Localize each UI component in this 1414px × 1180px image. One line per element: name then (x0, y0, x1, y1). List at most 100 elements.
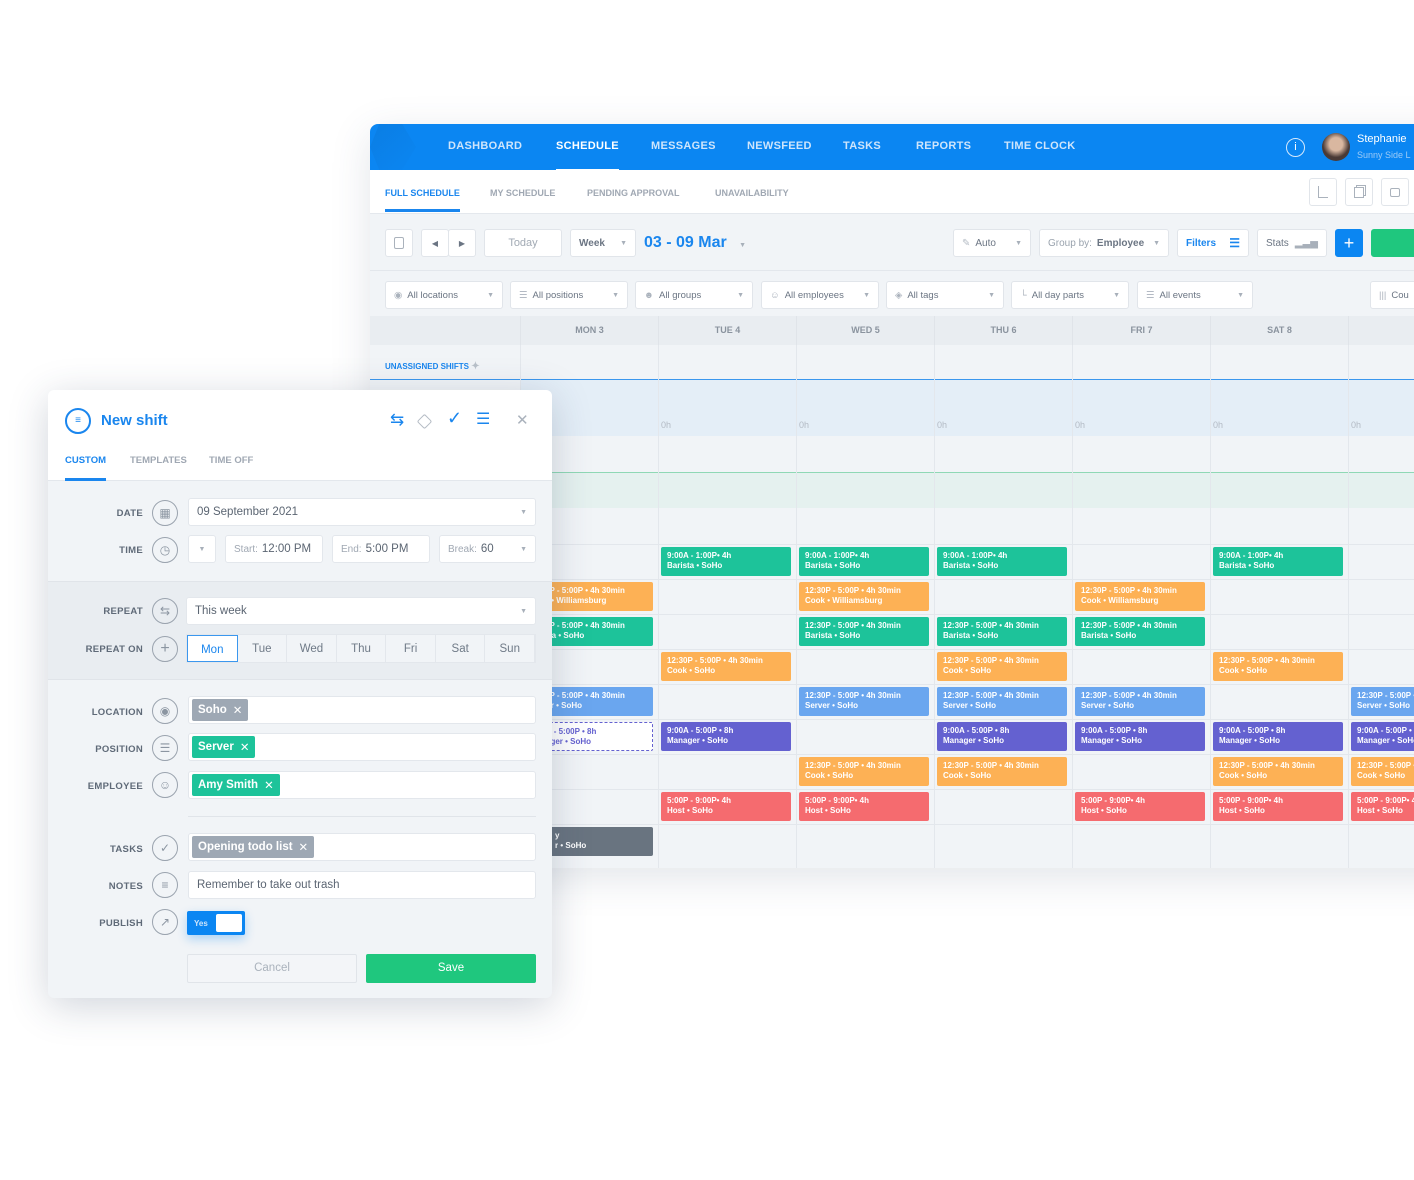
shift-card[interactable]: 5:00P - 9:00P• 4hHost • SoHo (799, 792, 929, 821)
filter-select[interactable]: ◈ All tags ▼ (886, 281, 1004, 309)
filter-select[interactable]: ☰ All positions ▼ (510, 281, 628, 309)
shift-card[interactable]: 9:00A - 1:00P• 4h Barista • SoHo (661, 547, 791, 576)
filter-select[interactable]: ☰ All events ▼ (1137, 281, 1253, 309)
position-tag[interactable]: Server ✕ (192, 736, 256, 758)
shift-card[interactable]: 12:30P - 5:00P • 4h 30minServer • SoHo (937, 687, 1067, 716)
shift-card[interactable]: 9:00A - 1:00P• 4h Barista • SoHo (937, 547, 1067, 576)
check-icon[interactable]: ✓ (447, 408, 462, 429)
shift-card[interactable]: 12:30P - 5:00P • 4h 30min Barista • SoHo (1075, 617, 1205, 646)
nav-item[interactable]: DASHBOARD (448, 140, 522, 152)
prev-week-button[interactable]: ◀ (421, 229, 449, 257)
shift-card[interactable]: 12:30P - 5:00P • 4h 30minCook • SoHo (937, 652, 1067, 681)
cancel-button[interactable]: Cancel (187, 954, 357, 983)
weekday-option[interactable]: Fri (386, 635, 436, 662)
employee-input[interactable]: Amy Smith ✕ (188, 771, 536, 799)
weekday-option[interactable]: Mon (187, 635, 238, 662)
subnav-tab[interactable]: UNAVAILABILITY (715, 188, 789, 198)
filter-select[interactable]: ☻ All groups ▼ (635, 281, 753, 309)
location-input[interactable]: Soho ✕ (188, 696, 536, 724)
group-by-select[interactable]: Group by: Employee ▼ (1039, 229, 1169, 257)
weekday-option[interactable]: Thu (337, 635, 387, 662)
dialog-tab[interactable]: CUSTOM (65, 455, 106, 466)
subnav-tab[interactable]: FULL SCHEDULE (385, 188, 460, 212)
nav-item[interactable]: SCHEDULE (556, 140, 619, 171)
break-select[interactable]: Break: 60 ▼ (439, 535, 536, 563)
stats-button[interactable]: Stats ▂▃▅ (1257, 229, 1327, 257)
pin-icon[interactable]: ✦ (471, 361, 479, 372)
nav-item[interactable]: TIME CLOCK (1004, 140, 1075, 152)
add-shift-button[interactable]: + (1335, 229, 1363, 257)
shift-card[interactable]: 12:30P - 5:00P • 4h 30min Cook • Williams… (799, 582, 929, 611)
task-tag[interactable]: Opening todo list ✕ (192, 836, 315, 858)
date-select[interactable]: 09 September 2021 ▼ (188, 498, 536, 526)
remove-icon[interactable]: ✕ (240, 740, 250, 754)
subnav-tab[interactable]: PENDING APPROVAL (587, 188, 680, 198)
end-time-input[interactable]: End: 5:00 PM (332, 535, 430, 563)
tasks-input[interactable]: Opening todo list ✕ (188, 833, 536, 861)
filter-select[interactable]: ◉ All locations ▼ (385, 281, 503, 309)
filters-button[interactable]: Filters ☰ (1177, 229, 1249, 257)
auto-button[interactable]: ✎ Auto ▼ (953, 229, 1031, 257)
weekday-option[interactable]: Tue (238, 635, 288, 662)
filter-select[interactable]: ||| Cou (1370, 281, 1414, 309)
shift-card[interactable]: 9:00A - 1:00P• 4h Barista • SoHo (1213, 547, 1343, 576)
filter-select[interactable]: └ All day parts ▼ (1011, 281, 1129, 309)
repeat-select[interactable]: This week ▼ (186, 597, 536, 625)
fullscreen-button[interactable] (1309, 178, 1337, 206)
close-icon[interactable]: ✕ (516, 411, 529, 429)
today-button[interactable]: Today (484, 229, 562, 257)
save-button[interactable]: Save (366, 954, 536, 983)
remove-icon[interactable]: ✕ (299, 840, 309, 854)
shift-card[interactable]: 9:00A - 5:00P • 8hManager • SoHo (1075, 722, 1205, 751)
next-week-button[interactable]: ▶ (448, 229, 476, 257)
publish-button[interactable]: P (1371, 229, 1414, 257)
shift-card[interactable]: 12:30P - 5:00P • 4h 30minServer • SoHo (1075, 687, 1205, 716)
shift-card[interactable]: 9:00A - 1:00P• 4h Barista • SoHo (799, 547, 929, 576)
shift-card[interactable]: 12:30P - 5:00P • 4h 30minCook • SoHo (661, 652, 791, 681)
dialog-tab[interactable]: TEMPLATES (130, 455, 187, 466)
remove-icon[interactable]: ✕ (264, 778, 274, 792)
shift-card[interactable]: 5:00P - 9:00P• 4hHost • SoHo (1351, 792, 1414, 821)
avatar[interactable] (1322, 133, 1350, 161)
filter-select[interactable]: ☺ All employees ▼ (761, 281, 879, 309)
repeat-toggle-icon[interactable]: ⇆ (390, 410, 404, 430)
time-preset-select[interactable]: ▼ (188, 535, 216, 563)
shift-card[interactable]: 12:30P - 5:00P • 4h 30minServer • SoHo (799, 687, 929, 716)
weekday-option[interactable]: Sun (485, 635, 536, 662)
shift-card[interactable]: 12:30P - 5:00P • 4h 30minCook • SoHo (1213, 652, 1343, 681)
shift-card[interactable]: 5:00P - 9:00P• 4hHost • SoHo (661, 792, 791, 821)
shift-card[interactable]: 9:00A - 5:00P • 8hManager • SoHo (1351, 722, 1414, 751)
nav-item[interactable]: TASKS (843, 140, 881, 152)
view-select[interactable]: Week ▼ (570, 229, 636, 257)
dialog-tab[interactable]: TIME OFF (209, 455, 253, 466)
notes-icon[interactable]: ☰ (476, 409, 490, 429)
shift-card[interactable]: 9:00A - 5:00P • 8hManager • SoHo (661, 722, 791, 751)
nav-item[interactable]: MESSAGES (651, 140, 716, 152)
shift-card[interactable]: 12:30P - 5:00P • 4h 30minCook • SoHo (937, 757, 1067, 786)
employee-tag[interactable]: Amy Smith ✕ (192, 774, 280, 796)
shift-card[interactable]: 9:00A - 5:00P • 8hManager • SoHo (937, 722, 1067, 751)
shift-card[interactable]: 12:30P - 5:00P • 4h 30minCook • SoHo (799, 757, 929, 786)
print-button[interactable] (1381, 178, 1409, 206)
subnav-tab[interactable]: MY SCHEDULE (490, 188, 555, 198)
shift-card[interactable]: 12:30P - 5:00P • 4h 30min Cook • Williams… (1075, 582, 1205, 611)
nav-item[interactable]: NEWSFEED (747, 140, 812, 152)
notes-input[interactable]: Remember to take out trash (188, 871, 536, 899)
publish-toggle[interactable]: Yes (187, 911, 245, 935)
shift-card[interactable]: 5:00P - 9:00P• 4hHost • SoHo (1213, 792, 1343, 821)
position-input[interactable]: Server ✕ (188, 733, 536, 761)
location-tag[interactable]: Soho ✕ (192, 699, 249, 721)
date-range-picker[interactable]: 03 - 09 Mar ▼ (644, 234, 746, 252)
weekday-option[interactable]: Wed (287, 635, 337, 662)
shift-card[interactable]: 5:00P - 9:00P• 4hHost • SoHo (1075, 792, 1205, 821)
info-icon[interactable]: i (1286, 138, 1305, 157)
remove-icon[interactable]: ✕ (233, 703, 243, 717)
shift-card[interactable]: 12:30P - 5:00P • 4h 30min Barista • SoHo (799, 617, 929, 646)
weekday-option[interactable]: Sat (436, 635, 486, 662)
shift-card[interactable]: 12:30P - 5:00P • 4h 30minCook • SoHo (1213, 757, 1343, 786)
shift-card[interactable]: 12:30P - 5:00P • 4h 30minCook • SoHo (1351, 757, 1414, 786)
start-time-input[interactable]: Start: 12:00 PM (225, 535, 323, 563)
nav-item[interactable]: REPORTS (916, 140, 971, 152)
select-all-checkbox[interactable] (385, 229, 413, 257)
shift-card[interactable]: 12:30P - 5:00P • 4h 30min Barista • SoHo (937, 617, 1067, 646)
